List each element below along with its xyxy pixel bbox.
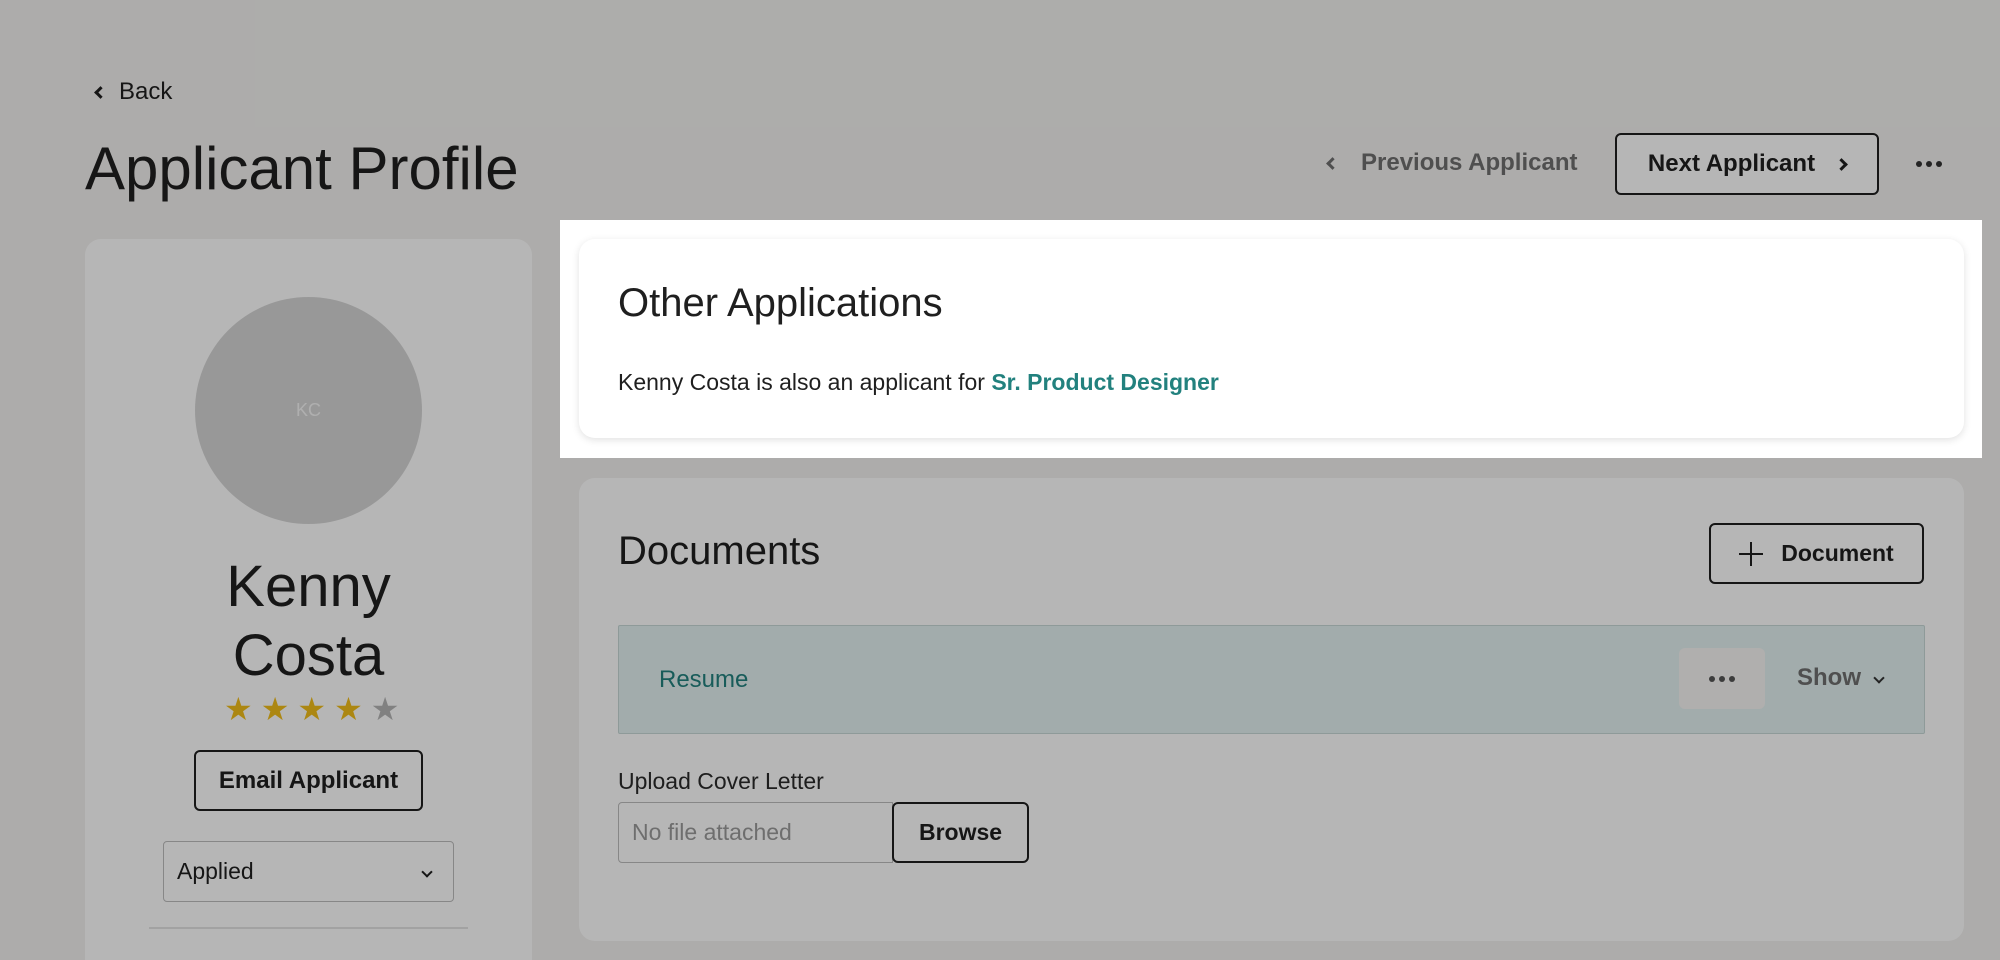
star-icon[interactable]: ★ (224, 693, 253, 725)
chevron-down-icon (421, 865, 433, 878)
plus-icon (1739, 541, 1764, 566)
applicant-profile-page: Back Applicant Profile Previous Applican… (0, 0, 2000, 960)
divider (149, 927, 468, 929)
document-more-icon[interactable] (1679, 648, 1765, 709)
email-applicant-button[interactable]: Email Applicant (194, 750, 423, 811)
star-icon[interactable]: ★ (371, 693, 400, 725)
chevron-left-icon (1326, 156, 1339, 170)
star-icon[interactable]: ★ (297, 693, 326, 725)
back-link[interactable]: Back (94, 78, 173, 106)
add-document-button[interactable]: Document (1709, 523, 1924, 584)
show-document-toggle[interactable]: Show (1797, 664, 1885, 692)
browse-button[interactable]: Browse (892, 802, 1029, 863)
show-label: Show (1797, 664, 1861, 691)
other-applications-text: Kenny Costa is also an applicant for Sr.… (618, 369, 1219, 396)
back-label: Back (119, 78, 173, 105)
document-row: Resume Show (618, 625, 1925, 734)
other-applications-title: Other Applications (618, 281, 943, 325)
rating-stars[interactable]: ★ ★ ★ ★ ★ (224, 693, 399, 725)
applicant-name: Kenny Costa (226, 554, 391, 688)
resume-link[interactable]: Resume (659, 666, 748, 694)
documents-title: Documents (618, 529, 821, 573)
profile-card: KC Kenny Costa ★ ★ ★ ★ ★ Email Applicant Appl… (85, 239, 532, 960)
previous-applicant-button[interactable]: Previous Applicant (1326, 132, 1578, 194)
more-options-icon[interactable] (1915, 150, 1943, 178)
page-title: Applicant Profile (85, 135, 519, 202)
upload-cover-letter-label: Upload Cover Letter (618, 768, 824, 794)
status-select[interactable]: Applied (163, 841, 454, 902)
chevron-left-icon (94, 85, 107, 99)
avatar-initials: KC (295, 400, 321, 420)
next-applicant-label: Next Applicant (1647, 150, 1816, 177)
chevron-down-icon (1873, 672, 1885, 684)
spotlight-highlight: Other Applications Kenny Costa is also a… (560, 220, 1982, 458)
star-icon[interactable]: ★ (261, 693, 290, 725)
other-applications-card: Other Applications Kenny Costa is also a… (579, 239, 1964, 438)
sr-product-designer-link[interactable]: Sr. Product Designer (991, 369, 1219, 395)
cover-letter-file-input[interactable] (618, 802, 893, 863)
status-value: Applied (177, 858, 254, 884)
chevron-right-icon (1835, 157, 1848, 171)
star-icon[interactable]: ★ (334, 693, 363, 725)
other-applications-sentence: Kenny Costa is also an applicant for (618, 369, 992, 395)
avatar: KC (195, 297, 422, 524)
next-applicant-button[interactable]: Next Applicant (1615, 133, 1879, 195)
documents-card: Documents Document Resume Show Upload Co… (579, 478, 1964, 941)
previous-applicant-label: Previous Applicant (1361, 149, 1578, 176)
add-document-label: Document (1781, 540, 1894, 566)
